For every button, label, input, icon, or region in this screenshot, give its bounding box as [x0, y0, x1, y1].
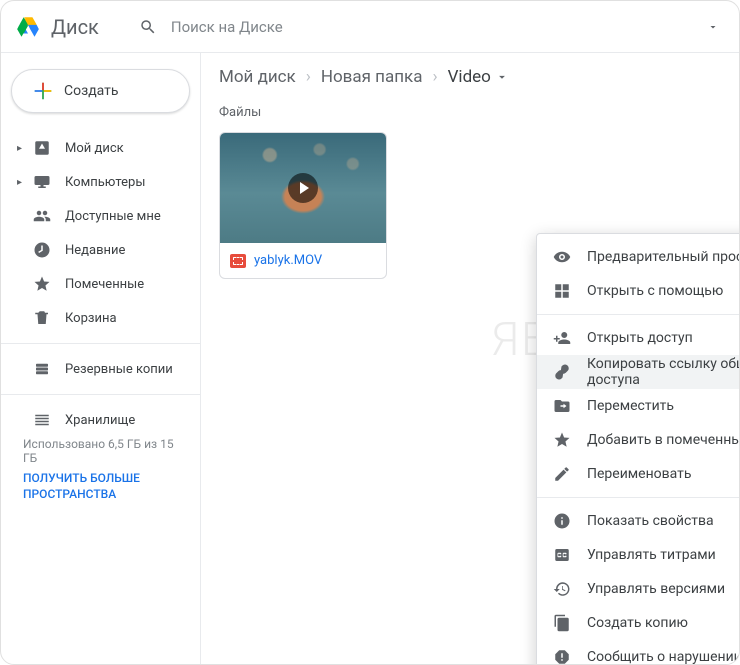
- menu-item[interactable]: Переместить: [537, 389, 740, 423]
- chevron-right-icon: ▸: [17, 143, 27, 154]
- recent-icon: [33, 241, 51, 259]
- menu-item[interactable]: Показать свойства: [537, 504, 740, 538]
- menu-item[interactable]: Открыть доступ: [537, 321, 740, 355]
- sidebar-item-5[interactable]: ▸Корзина: [1, 301, 200, 335]
- menu-divider: [537, 497, 740, 498]
- video-file-icon: [230, 254, 246, 268]
- drive-logo: [15, 14, 41, 40]
- menu-item[interactable]: Открыть с помощью▸: [537, 274, 740, 308]
- menu-item[interactable]: Управлять версиями: [537, 572, 740, 606]
- file-name: yablyk.MOV: [254, 253, 322, 268]
- menu-item[interactable]: Переименовать: [537, 457, 740, 491]
- eye-icon: [553, 248, 571, 266]
- menu-item[interactable]: Копировать ссылку общего доступа: [537, 355, 740, 389]
- sidebar-item-storage[interactable]: Хранилище: [1, 403, 200, 437]
- backups-icon: [33, 360, 51, 378]
- create-label: Создать: [64, 83, 119, 99]
- menu-divider: [537, 314, 740, 315]
- starred-icon: [33, 275, 51, 293]
- breadcrumb-item[interactable]: Video: [448, 67, 509, 87]
- main-content: Мой диск › Новая папка › Video Файлы yablyk.…: [201, 53, 739, 664]
- my-drive-icon: [33, 139, 51, 157]
- header-menu-dropdown[interactable]: [701, 15, 725, 39]
- menu-item[interactable]: Создать копию: [537, 606, 740, 640]
- create-button[interactable]: Создать: [11, 69, 190, 113]
- move-icon: [553, 397, 571, 415]
- shared-icon: [33, 207, 51, 225]
- video-thumbnail: [220, 133, 386, 243]
- sidebar-item-2[interactable]: ▸Доступные мне: [1, 199, 200, 233]
- sidebar-item-4[interactable]: ▸Помеченные: [1, 267, 200, 301]
- link-icon: [553, 363, 571, 381]
- sidebar: Создать ▸Мой диск▸Компьютеры▸Доступные м…: [1, 53, 201, 664]
- storage-usage: Использовано 6,5 ГБ из 15 ГБ: [1, 437, 200, 465]
- header: Диск Поиск на Диске: [1, 1, 739, 53]
- menu-item[interactable]: Сообщить о нарушении: [537, 640, 740, 665]
- search-icon: [139, 18, 157, 36]
- app-title: Диск: [51, 15, 99, 39]
- captions-icon: [553, 546, 571, 564]
- search-bar[interactable]: Поиск на Диске: [139, 18, 701, 36]
- chevron-down-icon: [495, 70, 509, 84]
- play-icon: [288, 173, 318, 203]
- copy-icon: [553, 614, 571, 632]
- report-icon: [553, 648, 571, 665]
- storage-icon: [33, 411, 51, 429]
- chevron-right-icon: ▸: [17, 177, 27, 188]
- breadcrumb-item[interactable]: Мой диск: [219, 67, 296, 87]
- person-add-icon: [553, 329, 571, 347]
- breadcrumb: Мой диск › Новая папка › Video: [219, 67, 721, 87]
- chevron-down-icon: [707, 21, 719, 33]
- sidebar-item-1[interactable]: ▸Компьютеры: [1, 165, 200, 199]
- plus-icon: [32, 80, 54, 102]
- file-card[interactable]: yablyk.MOV: [219, 132, 387, 279]
- menu-item[interactable]: Добавить в помеченные: [537, 423, 740, 457]
- divider: [1, 394, 200, 395]
- computers-icon: [33, 173, 51, 191]
- breadcrumb-separator: ›: [306, 67, 311, 87]
- menu-item[interactable]: Управлять титрами: [537, 538, 740, 572]
- storage-upgrade-link[interactable]: ПОЛУЧИТЬ БОЛЬШЕ ПРОСТРАНСТВА: [1, 471, 200, 502]
- info-icon: [553, 512, 571, 530]
- breadcrumb-item[interactable]: Новая папка: [321, 67, 423, 87]
- sidebar-item-3[interactable]: ▸Недавние: [1, 233, 200, 267]
- context-menu: Предварительный просмотрОткрыть с помощь…: [536, 233, 740, 665]
- breadcrumb-separator: ›: [433, 67, 438, 87]
- divider: [1, 343, 200, 344]
- star-icon: [553, 431, 571, 449]
- rename-icon: [553, 465, 571, 483]
- sidebar-item-0[interactable]: ▸Мой диск: [1, 131, 200, 165]
- trash-icon: [33, 309, 51, 327]
- versions-icon: [553, 580, 571, 598]
- open-with-icon: [553, 282, 571, 300]
- menu-item[interactable]: Предварительный просмотр: [537, 240, 740, 274]
- section-title: Файлы: [219, 105, 721, 120]
- search-placeholder: Поиск на Диске: [171, 18, 283, 36]
- sidebar-item-backups[interactable]: Резервные копии: [1, 352, 200, 386]
